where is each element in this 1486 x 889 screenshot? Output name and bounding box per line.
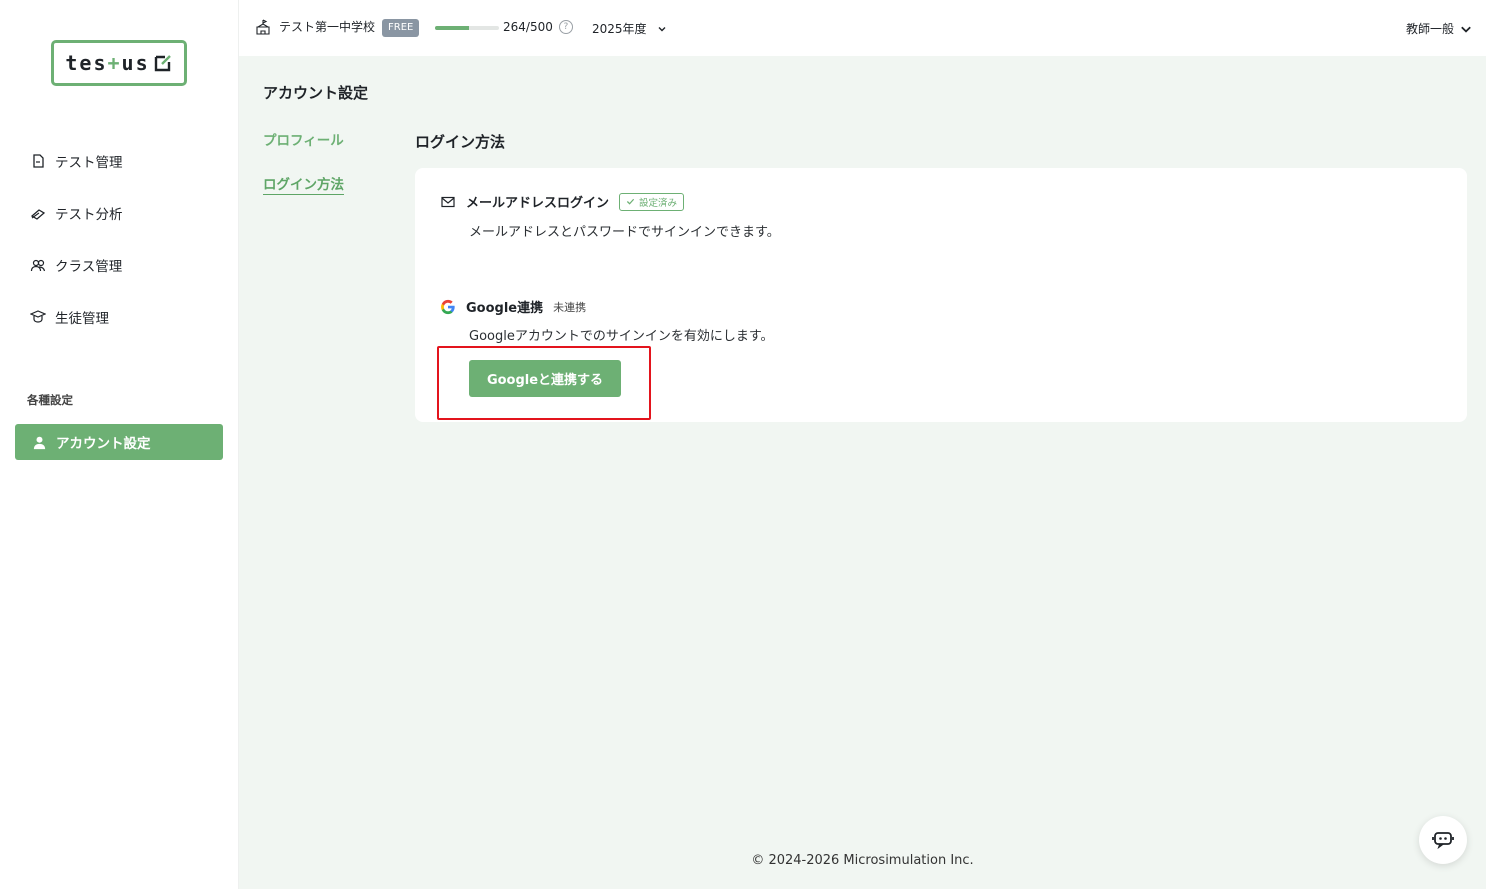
check-icon [626,198,635,205]
school-name: テスト第一中学校 [279,20,376,34]
usage-progress-bar [435,26,499,30]
sidebar-item-label: クラス管理 [55,259,123,275]
year-label: 2025年度 [592,22,647,36]
mail-icon [441,196,455,207]
sidebar-item-class-management[interactable]: クラス管理 [30,252,122,278]
login-methods-card: メールアドレスログイン 設定済み メールアドレスとパスワードでサインインできます… [415,168,1467,422]
school-icon [256,19,270,35]
top-header: テスト第一中学校 FREE 264/500 ? 2025年度 教師一般 [239,0,1486,56]
user-role: 教師一般 [1405,22,1454,36]
year-selector[interactable]: 2025年度 [592,20,667,37]
plan-badge: FREE [382,19,420,37]
sidebar-item-label: 生徒管理 [55,311,109,327]
google-title: Google連携 [466,301,544,316]
sidebar-item-account-settings[interactable]: アカウント設定 [15,424,223,460]
sidebar: tes + us テスト管理 テスト分析 クラス管理 生徒管理 各種設定 アカウント… [0,0,239,889]
logo-suffix: us [121,51,150,75]
sidebar-item-label: テスト分析 [55,207,123,223]
configured-badge-label: 設定済み [639,197,678,209]
sidebar-item-label: アカウント設定 [56,436,151,452]
document-icon [33,154,44,168]
chevron-down-icon [658,26,666,31]
google-header: Google連携 未連携 [440,297,586,316]
usage-counter: 264/500 ? [503,20,573,34]
user-icon [33,436,46,449]
edit-icon [154,55,171,72]
sidebar-item-test-management[interactable]: テスト管理 [30,148,123,174]
google-description: Googleアカウントでのサインインを有効にします。 [469,329,774,344]
subnav-profile[interactable]: プロフィール [263,129,344,149]
email-login-description: メールアドレスとパスワードでサインインできます。 [469,225,780,240]
analysis-icon [30,209,46,220]
logo-plus: + [107,51,122,75]
student-icon [30,310,46,323]
section-title: ログイン方法 [415,133,506,151]
chevron-down-icon [1461,26,1471,33]
link-google-button[interactable]: Googleと連携する [469,360,621,397]
page-title: アカウント設定 [263,84,369,102]
sidebar-item-label: テスト管理 [55,155,123,171]
sidebar-item-test-analysis[interactable]: テスト分析 [30,200,123,226]
chat-bot-icon [1432,832,1454,850]
user-menu[interactable]: 教師一般 [1406,20,1472,37]
sidebar-item-student-management[interactable]: 生徒管理 [30,304,109,330]
settings-section-label: 各種設定 [27,393,73,407]
email-login-header: メールアドレスログイン 設定済み [440,192,685,211]
school-selector[interactable]: テスト第一中学校 [255,18,375,35]
configured-badge: 設定済み [619,192,685,211]
help-icon[interactable]: ? [558,20,573,34]
logo-prefix: tes [65,51,108,75]
google-icon [441,299,455,314]
usage-text: 264/500 [503,20,553,34]
email-login-title: メールアドレスログイン [466,196,610,211]
subnav-login-method[interactable]: ログイン方法 [263,173,344,195]
group-icon [30,259,46,272]
google-status: 未連携 [553,300,587,314]
logo[interactable]: tes + us [51,40,187,86]
footer-copyright: © 2024-2026 Microsimulation Inc. [751,853,974,868]
usage-progress-fill [435,26,469,30]
chat-button[interactable] [1419,816,1467,864]
